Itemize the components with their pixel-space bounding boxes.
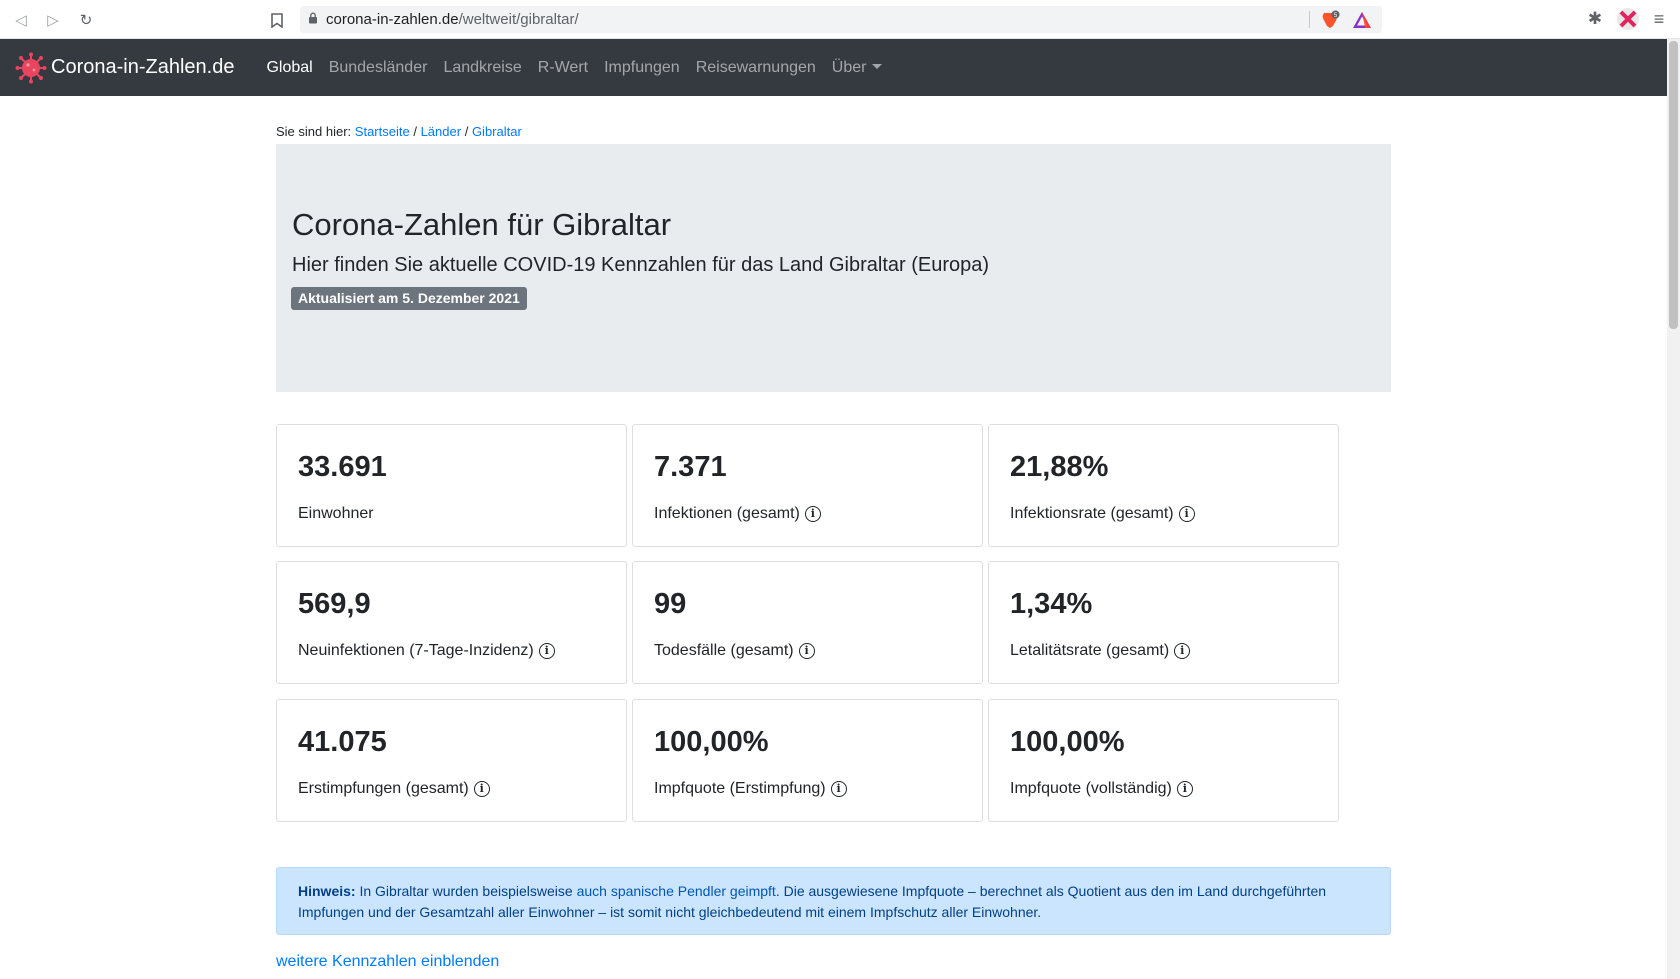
stat-card: 569,9 Neuinfektionen (7-Tage-Inzidenz) i: [276, 561, 627, 684]
page-subtitle: Hier finden Sie aktuelle COVID-19 Kennza…: [292, 254, 990, 276]
stat-label-row: Einwohner: [298, 505, 374, 523]
alert-strong: Hinweis:: [298, 883, 356, 899]
stat-value: 100,00%: [1010, 726, 1125, 758]
info-icon[interactable]: i: [830, 781, 847, 797]
virus-logo-icon: [15, 52, 47, 83]
stat-value: 33.691: [298, 451, 387, 483]
stat-label-row: Todesfälle (gesamt) i: [654, 642, 815, 660]
stat-value: 7.371: [654, 451, 727, 483]
address-bar[interactable]: corona-in-zahlen.de/weltweit/gibraltar/ …: [300, 6, 1382, 33]
stat-label: Infektionen (gesamt): [654, 505, 800, 522]
breadcrumb-laender[interactable]: Länder: [421, 124, 461, 139]
scrollbar-thumb[interactable]: [1669, 41, 1678, 329]
breadcrumb-separator: /: [464, 124, 469, 139]
info-icon[interactable]: i: [473, 781, 490, 797]
stat-label: Letalitätsrate (gesamt): [1010, 642, 1170, 659]
stat-card: 7.371 Infektionen (gesamt) i: [632, 424, 983, 547]
stat-label: Einwohner: [298, 505, 374, 522]
stat-label-row: Impfquote (vollständig) i: [1010, 780, 1193, 798]
nav-landkreise[interactable]: Landkreise: [435, 59, 529, 77]
stat-label-row: Erstimpfungen (gesamt) i: [298, 780, 490, 798]
forward-icon[interactable]: ▷: [42, 9, 64, 31]
breadcrumb-startseite[interactable]: Startseite: [355, 124, 410, 139]
stat-label-row: Impfquote (Erstimpfung) i: [654, 780, 847, 798]
info-icon[interactable]: i: [1174, 643, 1191, 659]
stat-label: Impfquote (vollständig): [1010, 780, 1172, 797]
updated-badge: Aktualisiert am 5. Dezember 2021: [291, 287, 527, 310]
stat-card: 41.075 Erstimpfungen (gesamt) i: [276, 699, 627, 822]
browser-menu-icon[interactable]: ≡: [1648, 8, 1670, 30]
hero-section: Corona-Zahlen für Gibraltar Hier finden …: [276, 144, 1391, 392]
info-icon[interactable]: i: [804, 506, 821, 522]
bookmark-icon[interactable]: [268, 9, 286, 31]
page-title: Corona-Zahlen für Gibraltar: [292, 207, 672, 242]
address-bar-divider: [1309, 11, 1310, 28]
breadcrumb-prefix: Sie sind hier:: [276, 124, 352, 139]
stat-value: 1,34%: [1010, 588, 1093, 620]
stat-value: 41.075: [298, 726, 387, 758]
info-icon[interactable]: i: [538, 643, 555, 659]
nav-reisewarnungen[interactable]: Reisewarnungen: [688, 59, 824, 77]
stat-label: Neuinfektionen (7-Tage-Inzidenz): [298, 642, 534, 659]
stat-label-row: Neuinfektionen (7-Tage-Inzidenz) i: [298, 642, 555, 660]
nav-bundeslaender[interactable]: Bundesländer: [321, 59, 436, 77]
stat-label: Impfquote (Erstimpfung): [654, 780, 826, 797]
info-icon[interactable]: i: [798, 643, 815, 659]
brand-link[interactable]: Corona-in-Zahlen.de: [15, 52, 234, 84]
caret-down-icon: [872, 63, 883, 69]
info-icon[interactable]: i: [1176, 781, 1193, 797]
info-alert: Hinweis: In Gibraltar wurden beispielswe…: [276, 867, 1391, 935]
nav-ueber-label: Über: [831, 58, 867, 76]
extensions-puzzle-icon[interactable]: ✱: [1584, 8, 1606, 30]
browser-toolbar: ◁ ▷ ↻ corona-in-zahlen.de/weltweit/gibra…: [0, 0, 1680, 39]
brave-shields-icon[interactable]: 5: [1320, 10, 1340, 30]
site-navbar: Corona-in-Zahlen.de Global Bundesländer …: [0, 39, 1667, 96]
breadcrumb-separator: /: [413, 124, 417, 139]
page-scrollbar[interactable]: [1667, 39, 1680, 979]
reload-icon[interactable]: ↻: [75, 9, 97, 31]
info-icon[interactable]: i: [1178, 506, 1195, 522]
stat-label: Todesfälle (gesamt): [654, 642, 794, 659]
breadcrumb-gibraltar[interactable]: Gibraltar: [472, 124, 522, 139]
brave-rewards-icon[interactable]: [1352, 11, 1372, 29]
stat-card: 1,34% Letalitätsrate (gesamt) i: [988, 561, 1339, 684]
stat-value: 569,9: [298, 588, 371, 620]
stat-card: 100,00% Impfquote (Erstimpfung) i: [632, 699, 983, 822]
brand-name: Corona-in-Zahlen.de: [51, 56, 235, 78]
url-text: corona-in-zahlen.de/weltweit/gibraltar/: [326, 11, 579, 28]
stat-card: 33.691 Einwohner: [276, 424, 627, 547]
nav-global[interactable]: Global: [258, 59, 320, 77]
breadcrumb: Sie sind hier: Startseite / Länder / Gib…: [276, 124, 522, 139]
show-more-link[interactable]: weitere Kennzahlen einblenden: [276, 953, 499, 971]
stat-value: 100,00%: [654, 726, 769, 758]
stat-label-row: Infektionsrate (gesamt) i: [1010, 505, 1195, 523]
alert-link[interactable]: auch spanische Pendler geimpft: [577, 883, 776, 899]
stat-value: 99: [654, 588, 687, 620]
nav-ueber-dropdown[interactable]: Über: [824, 59, 891, 77]
nav-impfungen[interactable]: Impfungen: [596, 59, 688, 77]
alert-text-before: In Gibraltar wurden beispielsweise: [355, 883, 577, 899]
stat-card: 21,88% Infektionsrate (gesamt) i: [988, 424, 1339, 547]
stat-label-row: Infektionen (gesamt) i: [654, 505, 821, 523]
stat-card: 100,00% Impfquote (vollständig) i: [988, 699, 1339, 822]
stat-card: 99 Todesfälle (gesamt) i: [632, 561, 983, 684]
stat-label: Infektionsrate (gesamt): [1010, 505, 1174, 522]
lock-icon: [300, 12, 326, 27]
stat-label: Erstimpfungen (gesamt): [298, 780, 469, 797]
stat-value: 21,88%: [1010, 451, 1109, 483]
nav-r-wert[interactable]: R-Wert: [530, 59, 596, 77]
stat-label-row: Letalitätsrate (gesamt) i: [1010, 642, 1191, 660]
profile-avatar-icon[interactable]: [1616, 7, 1640, 31]
back-icon[interactable]: ◁: [10, 9, 32, 31]
